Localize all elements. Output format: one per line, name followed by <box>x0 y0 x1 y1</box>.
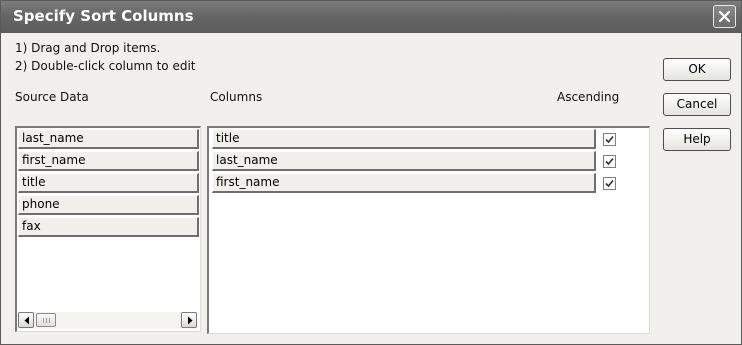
checkmark-icon <box>605 135 614 144</box>
scroll-left-button[interactable] <box>18 312 34 328</box>
source-item-last-name[interactable]: last_name <box>18 129 199 149</box>
source-horizontal-scrollbar[interactable] <box>18 312 197 329</box>
source-item-phone[interactable]: phone <box>18 195 199 215</box>
ascending-checkbox-last-name[interactable] <box>603 155 616 168</box>
ascending-label: Ascending <box>557 90 620 104</box>
checkmark-icon <box>605 157 614 166</box>
cancel-button[interactable]: Cancel <box>663 93 731 116</box>
sort-columns-dialog: Specify Sort Columns 1) Drag and Drop it… <box>0 0 742 345</box>
thumb-grip <box>43 318 44 323</box>
dialog-title: Specify Sort Columns <box>13 7 194 25</box>
thumb-grip <box>46 318 47 323</box>
ascending-checkbox-title[interactable] <box>603 133 616 146</box>
thumb-grip <box>49 318 50 323</box>
source-data-label: Source Data <box>15 90 89 104</box>
source-item-first-name[interactable]: first_name <box>18 151 199 171</box>
help-button[interactable]: Help <box>663 128 731 151</box>
instruction-line-2: 2) Double-click column to edit <box>15 59 196 73</box>
column-item-title[interactable]: title <box>212 129 596 149</box>
scroll-right-button[interactable] <box>181 312 197 328</box>
source-item-title[interactable]: title <box>18 173 199 193</box>
ascending-checkbox-first-name[interactable] <box>603 177 616 190</box>
column-item-first-name[interactable]: first_name <box>212 173 596 193</box>
source-data-list[interactable]: last_name first_name title phone fax <box>15 126 201 332</box>
column-item-last-name[interactable]: last_name <box>212 151 596 171</box>
close-icon <box>718 10 731 23</box>
arrow-right-icon <box>188 316 193 325</box>
checkmark-icon <box>605 179 614 188</box>
columns-label: Columns <box>210 90 263 104</box>
close-button[interactable] <box>713 5 736 28</box>
arrow-left-icon <box>24 316 29 325</box>
source-item-fax[interactable]: fax <box>18 217 199 237</box>
scroll-thumb[interactable] <box>36 313 56 327</box>
instruction-line-1: 1) Drag and Drop items. <box>15 41 161 55</box>
columns-list[interactable]: title last_name first_name <box>207 126 650 334</box>
ok-button[interactable]: OK <box>663 58 731 81</box>
title-bar[interactable]: Specify Sort Columns <box>1 1 741 33</box>
